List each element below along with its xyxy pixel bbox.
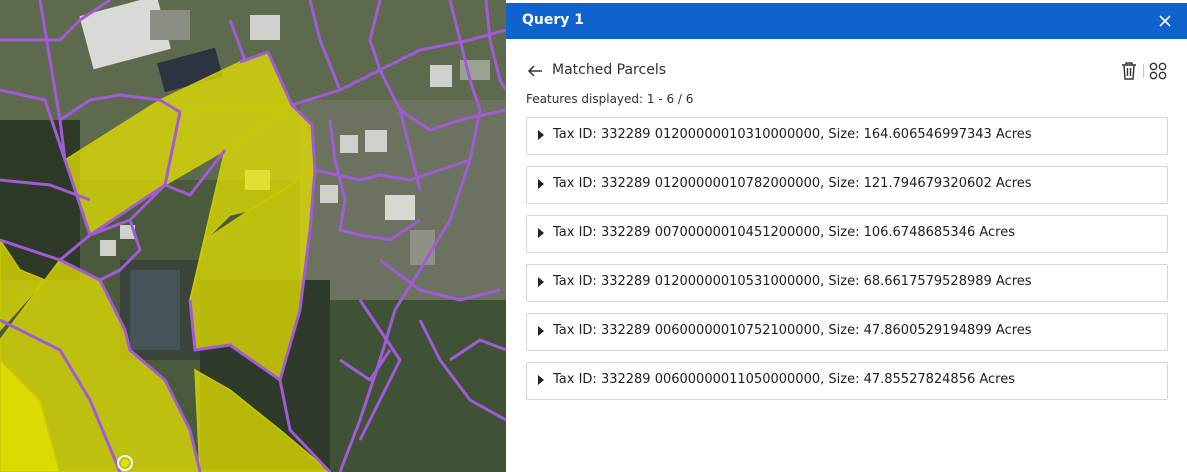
results-toolbar: Matched Parcels — [526, 60, 1168, 82]
result-label: Tax ID: 332289 01200000010782000000, Siz… — [553, 176, 1032, 191]
caret-right-icon[interactable] — [538, 375, 544, 385]
map-view[interactable] — [0, 0, 506, 472]
result-label: Tax ID: 332289 00600000011050000000, Siz… — [553, 372, 1016, 387]
map-canvas[interactable] — [0, 0, 506, 472]
result-item[interactable]: Tax ID: 332289 00600000010752100000, Siz… — [526, 313, 1168, 351]
caret-right-icon[interactable] — [538, 228, 544, 238]
back-label[interactable]: Matched Parcels — [552, 62, 666, 78]
result-item[interactable]: Tax ID: 332289 01200000010310000000, Siz… — [526, 117, 1168, 155]
results-list: Tax ID: 332289 01200000010310000000, Siz… — [526, 117, 1168, 411]
result-item[interactable]: Tax ID: 332289 00600000011050000000, Siz… — [526, 362, 1168, 400]
close-icon[interactable] — [1157, 13, 1173, 29]
panel-title: Query 1 — [522, 12, 585, 28]
result-label: Tax ID: 332289 00600000010752100000, Siz… — [553, 323, 1032, 338]
toolbar-divider — [1143, 64, 1144, 78]
features-displayed: Features displayed: 1 - 6 / 6 — [526, 92, 694, 106]
grid-icon[interactable] — [1148, 61, 1168, 81]
arrow-left-icon[interactable] — [526, 62, 544, 80]
caret-right-icon[interactable] — [538, 179, 544, 189]
caret-right-icon[interactable] — [538, 277, 544, 287]
result-item[interactable]: Tax ID: 332289 01200000010531000000, Siz… — [526, 264, 1168, 302]
result-label: Tax ID: 332289 01200000010531000000, Siz… — [553, 274, 1032, 289]
result-item[interactable]: Tax ID: 332289 00700000010451200000, Siz… — [526, 215, 1168, 253]
caret-right-icon[interactable] — [538, 326, 544, 336]
result-label: Tax ID: 332289 01200000010310000000, Siz… — [553, 127, 1032, 142]
trash-icon[interactable] — [1120, 61, 1138, 81]
caret-right-icon[interactable] — [538, 130, 544, 140]
panel-header: Query 1 — [506, 3, 1187, 39]
result-label: Tax ID: 332289 00700000010451200000, Siz… — [553, 225, 1016, 240]
result-item[interactable]: Tax ID: 332289 01200000010782000000, Siz… — [526, 166, 1168, 204]
query-panel: Query 1 Matched Parcels Features display… — [506, 0, 1187, 472]
